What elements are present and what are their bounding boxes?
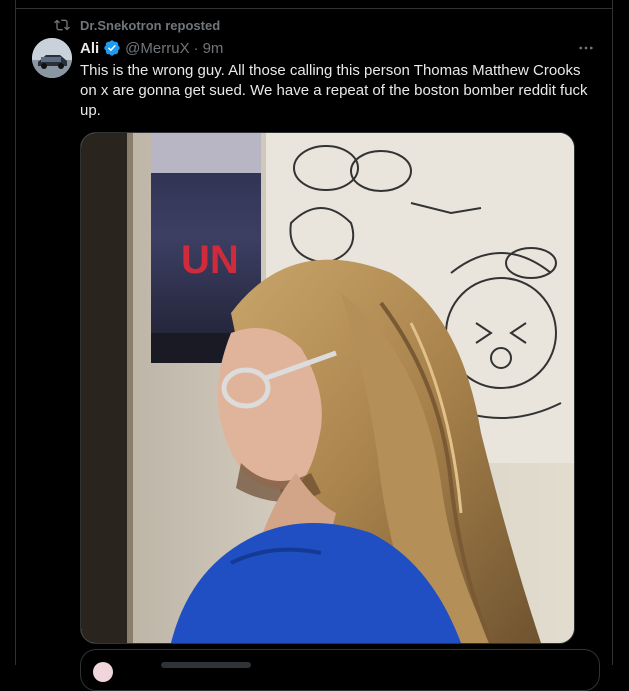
user-handle[interactable]: @MerruX bbox=[125, 40, 189, 57]
quote-avatar bbox=[93, 662, 113, 682]
timeline-column: Dr.Snekotron reposted Ali @MerruX · 9m T… bbox=[15, 0, 613, 691]
quote-header-placeholder bbox=[161, 662, 251, 668]
verified-badge-icon bbox=[103, 39, 121, 57]
display-name[interactable]: Ali bbox=[80, 40, 99, 57]
more-options-icon[interactable] bbox=[576, 38, 596, 58]
repost-context[interactable]: Dr.Snekotron reposted bbox=[54, 16, 220, 34]
repost-label: Dr.Snekotron reposted bbox=[80, 17, 221, 33]
poster-title: UN bbox=[181, 238, 239, 282]
tweet-photo[interactable]: UN bbox=[80, 132, 575, 644]
tweet-text: This is the wrong guy. All those calling… bbox=[80, 62, 592, 119]
repost-icon bbox=[54, 17, 70, 33]
separator-dot: · bbox=[193, 39, 199, 57]
divider bbox=[16, 8, 612, 9]
quote-card[interactable] bbox=[80, 649, 600, 691]
timestamp[interactable]: 9m bbox=[203, 40, 224, 57]
avatar[interactable] bbox=[32, 38, 72, 78]
tweet-header: Ali @MerruX · 9m bbox=[80, 37, 223, 59]
